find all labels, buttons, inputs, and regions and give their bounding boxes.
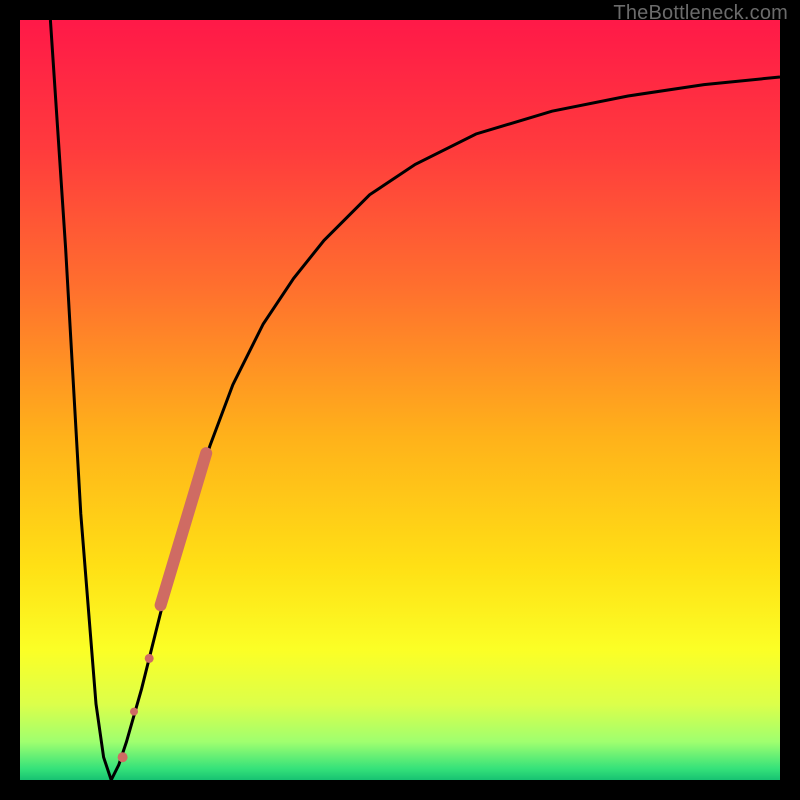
plot-area	[20, 20, 780, 780]
bottleneck-curve	[50, 20, 780, 780]
segment-thick	[161, 453, 207, 605]
dot-bottom	[118, 752, 128, 762]
dot-low	[130, 708, 138, 716]
attribution-text: TheBottleneck.com	[613, 2, 788, 25]
dot-mid	[145, 654, 154, 663]
curve-layer	[20, 20, 780, 780]
chart-frame: TheBottleneck.com	[0, 0, 800, 800]
marker-group	[118, 453, 207, 762]
